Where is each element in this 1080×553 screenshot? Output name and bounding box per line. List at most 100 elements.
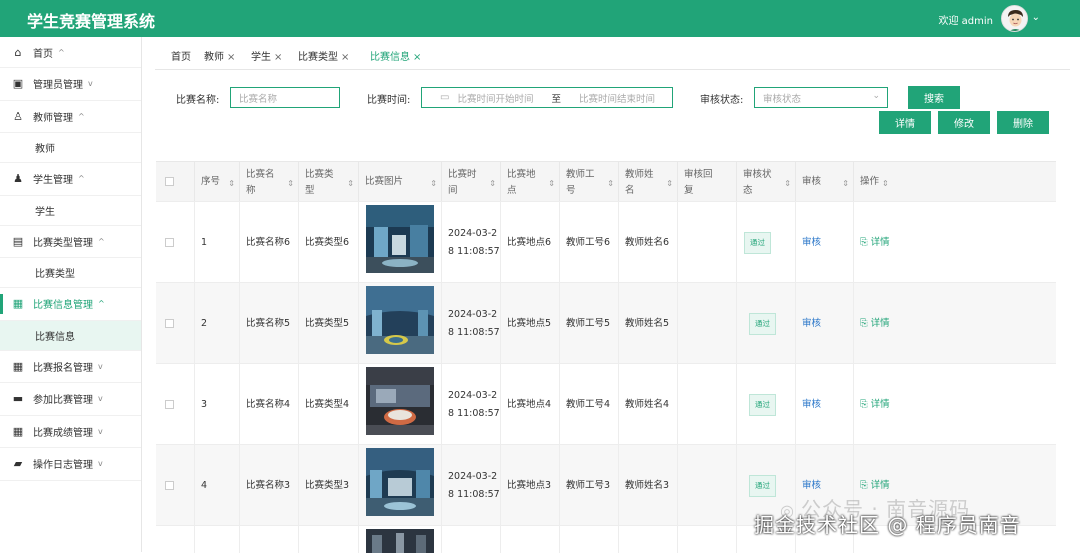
header-label: 比赛时 间 <box>448 169 477 196</box>
audit-link[interactable]: 审核 <box>802 396 821 414</box>
cell-no: 1 <box>194 202 239 283</box>
folder-icon: ▰ <box>13 457 23 471</box>
search-button[interactable]: 搜索 <box>908 86 960 109</box>
cell-actions: ⎘ 详情 <box>853 202 1056 283</box>
edit-button[interactable]: 修改 <box>938 111 990 134</box>
cell-actions: ⎘ 详情 <box>853 283 1056 364</box>
grid-icon: ▦ <box>12 424 24 438</box>
table-row[interactable]: 1 比赛名称6 比赛类型6 2024-03-2 8 11:08:57 比赛地点6 … <box>156 201 1056 283</box>
tab-label: 学生 <box>251 52 271 63</box>
sidebar-item-type-mgmt[interactable]: ▤ 比赛类型管理 ^ <box>0 226 141 258</box>
tab-student[interactable]: 学生 × <box>251 48 282 63</box>
header-label: 审核状 态 <box>743 169 772 196</box>
close-icon[interactable]: × <box>341 52 349 63</box>
sort-icon[interactable]: ⇕ <box>347 176 354 192</box>
sort-icon[interactable]: ⇕ <box>842 176 849 192</box>
sort-icon[interactable]: ⇕ <box>784 176 791 192</box>
sort-icon[interactable]: ⇕ <box>607 176 614 192</box>
sort-icon[interactable]: ⇕ <box>430 176 437 192</box>
sidebar-subitem-info[interactable]: 比赛信息 <box>0 320 141 351</box>
competition-image[interactable] <box>366 529 434 553</box>
header-type[interactable]: 比赛类 型 ⇕ <box>298 162 358 202</box>
tab-label: 首页 <box>171 52 191 63</box>
tab-comp-info[interactable]: 比赛信息 × <box>370 48 421 63</box>
detail-button[interactable]: 详情 <box>879 111 931 134</box>
sort-icon[interactable]: ⇕ <box>666 176 673 192</box>
tab-home[interactable]: 首页 <box>171 48 191 63</box>
audit-link[interactable]: 审核 <box>802 477 821 495</box>
competition-image[interactable] <box>366 367 434 435</box>
header-audit[interactable]: 审核 ⇕ <box>795 162 853 202</box>
time-line: 8 11:08:57 <box>448 488 500 500</box>
time-end-field[interactable]: 比赛时间结束时间 <box>579 91 655 105</box>
audit-link[interactable]: 审核 <box>802 315 821 333</box>
header-label: 审核 <box>802 176 822 187</box>
sidebar-item-label: 比赛类型管理 <box>33 237 93 249</box>
header-no[interactable]: 序号 ⇕ <box>194 162 239 202</box>
sidebar-item-score-mgmt[interactable]: ▦ 比赛成绩管理 v <box>0 416 141 448</box>
name-input[interactable]: 比赛名称 <box>230 87 340 108</box>
status-badge: 通过 <box>749 393 776 416</box>
sidebar-item-teacher-mgmt[interactable]: ♙ 教师管理 ^ <box>0 101 141 133</box>
header-select-all[interactable] <box>156 162 194 202</box>
sort-icon[interactable]: ⇕ <box>882 176 889 192</box>
row-checkbox[interactable] <box>165 481 174 490</box>
sidebar: ⌂ 首页 ^ ▣ 管理员管理 v ♙ 教师管理 ^ 教师 ♟ 学生管理 ^ 学生… <box>0 37 142 552</box>
sort-icon[interactable]: ⇕ <box>287 176 294 192</box>
audit-link[interactable]: 审核 <box>802 234 821 252</box>
time-start-field[interactable]: 比赛时间开始时间 <box>457 91 533 105</box>
header-image[interactable]: 比赛图片 ⇕ <box>358 162 441 202</box>
table-row[interactable]: 2 比赛名称5 比赛类型5 2024-03-2 8 11:08:57 比赛地点5 … <box>156 282 1056 364</box>
sidebar-subitem-student[interactable]: 学生 <box>0 195 141 226</box>
select-all-checkbox[interactable] <box>165 177 174 186</box>
delete-button[interactable]: 删除 <box>997 111 1049 134</box>
top-bar: 学生竞赛管理系统 欢迎 admin ⌄ <box>0 0 1080 37</box>
sidebar-subitem-teacher[interactable]: 教师 <box>0 133 141 163</box>
sidebar-item-admin-mgmt[interactable]: ▣ 管理员管理 v <box>0 68 141 101</box>
status-select-value: 审核状态 <box>763 93 802 105</box>
header-place[interactable]: 比赛地 点 ⇕ <box>500 162 559 202</box>
competition-image[interactable] <box>366 286 434 354</box>
row-checkbox[interactable] <box>165 400 174 409</box>
detail-link[interactable]: ⎘ 详情 <box>860 315 890 333</box>
detail-link[interactable]: ⎘ 详情 <box>860 234 890 252</box>
header-actions[interactable]: 操作 ⇕ <box>853 162 1056 202</box>
cell-audit: 审核 <box>795 364 853 445</box>
close-icon[interactable]: × <box>413 52 421 63</box>
status-select[interactable]: 审核状态 ⌄ <box>754 87 888 108</box>
tab-teacher[interactable]: 教师 × <box>204 48 235 63</box>
row-checkbox[interactable] <box>165 319 174 328</box>
competition-image[interactable] <box>366 448 434 516</box>
calendar-icon: ▭ <box>440 92 450 103</box>
sidebar-item-join-mgmt[interactable]: ▬ 参加比赛管理 v <box>0 383 141 416</box>
header-teacher-name[interactable]: 教师姓 名 ⇕ <box>618 162 677 202</box>
detail-link[interactable]: ⎘ 详情 <box>860 396 890 414</box>
chevron-down-icon[interactable]: ⌄ <box>1032 12 1040 23</box>
table-row[interactable]: 3 比赛名称4 比赛类型4 2024-03-2 8 11:08:57 比赛地点4 … <box>156 363 1056 445</box>
sort-icon[interactable]: ⇕ <box>548 176 555 192</box>
sidebar-item-student-mgmt[interactable]: ♟ 学生管理 ^ <box>0 163 141 196</box>
detail-link[interactable]: ⎘ 详情 <box>860 477 890 495</box>
close-icon[interactable]: × <box>227 52 235 63</box>
header-teacher-no[interactable]: 教师工 号 ⇕ <box>559 162 618 202</box>
competition-image[interactable] <box>366 205 434 273</box>
sidebar-item-home[interactable]: ⌂ 首页 ^ <box>0 37 141 68</box>
close-icon[interactable]: × <box>274 52 282 63</box>
cell-time: 2024-03-2 8 11:08:57 <box>441 283 500 364</box>
sidebar-item-signup-mgmt[interactable]: ▦ 比赛报名管理 v <box>0 351 141 383</box>
sort-icon[interactable]: ⇕ <box>489 176 496 192</box>
row-checkbox[interactable] <box>165 238 174 247</box>
header-time[interactable]: 比赛时 间 ⇕ <box>441 162 500 202</box>
avatar[interactable] <box>1001 5 1028 32</box>
sidebar-subitem-type[interactable]: 比赛类型 <box>0 258 141 288</box>
time-range-input[interactable]: ▭ 比赛时间开始时间 至 比赛时间结束时间 <box>421 87 673 108</box>
time-label: 比赛时间: <box>367 95 411 106</box>
sidebar-item-info-mgmt[interactable]: ▦ 比赛信息管理 ^ <box>0 288 141 321</box>
chevron-down-icon: v <box>98 426 103 436</box>
header-status[interactable]: 审核状 态 ⇕ <box>736 162 795 202</box>
header-name[interactable]: 比赛名 称 ⇕ <box>239 162 298 202</box>
sort-icon[interactable]: ⇕ <box>228 176 235 192</box>
sidebar-item-log-mgmt[interactable]: ▰ 操作日志管理 v <box>0 448 141 481</box>
header-reply[interactable]: 审核回 复 <box>677 162 736 202</box>
tab-comp-type[interactable]: 比赛类型 × <box>298 48 349 63</box>
